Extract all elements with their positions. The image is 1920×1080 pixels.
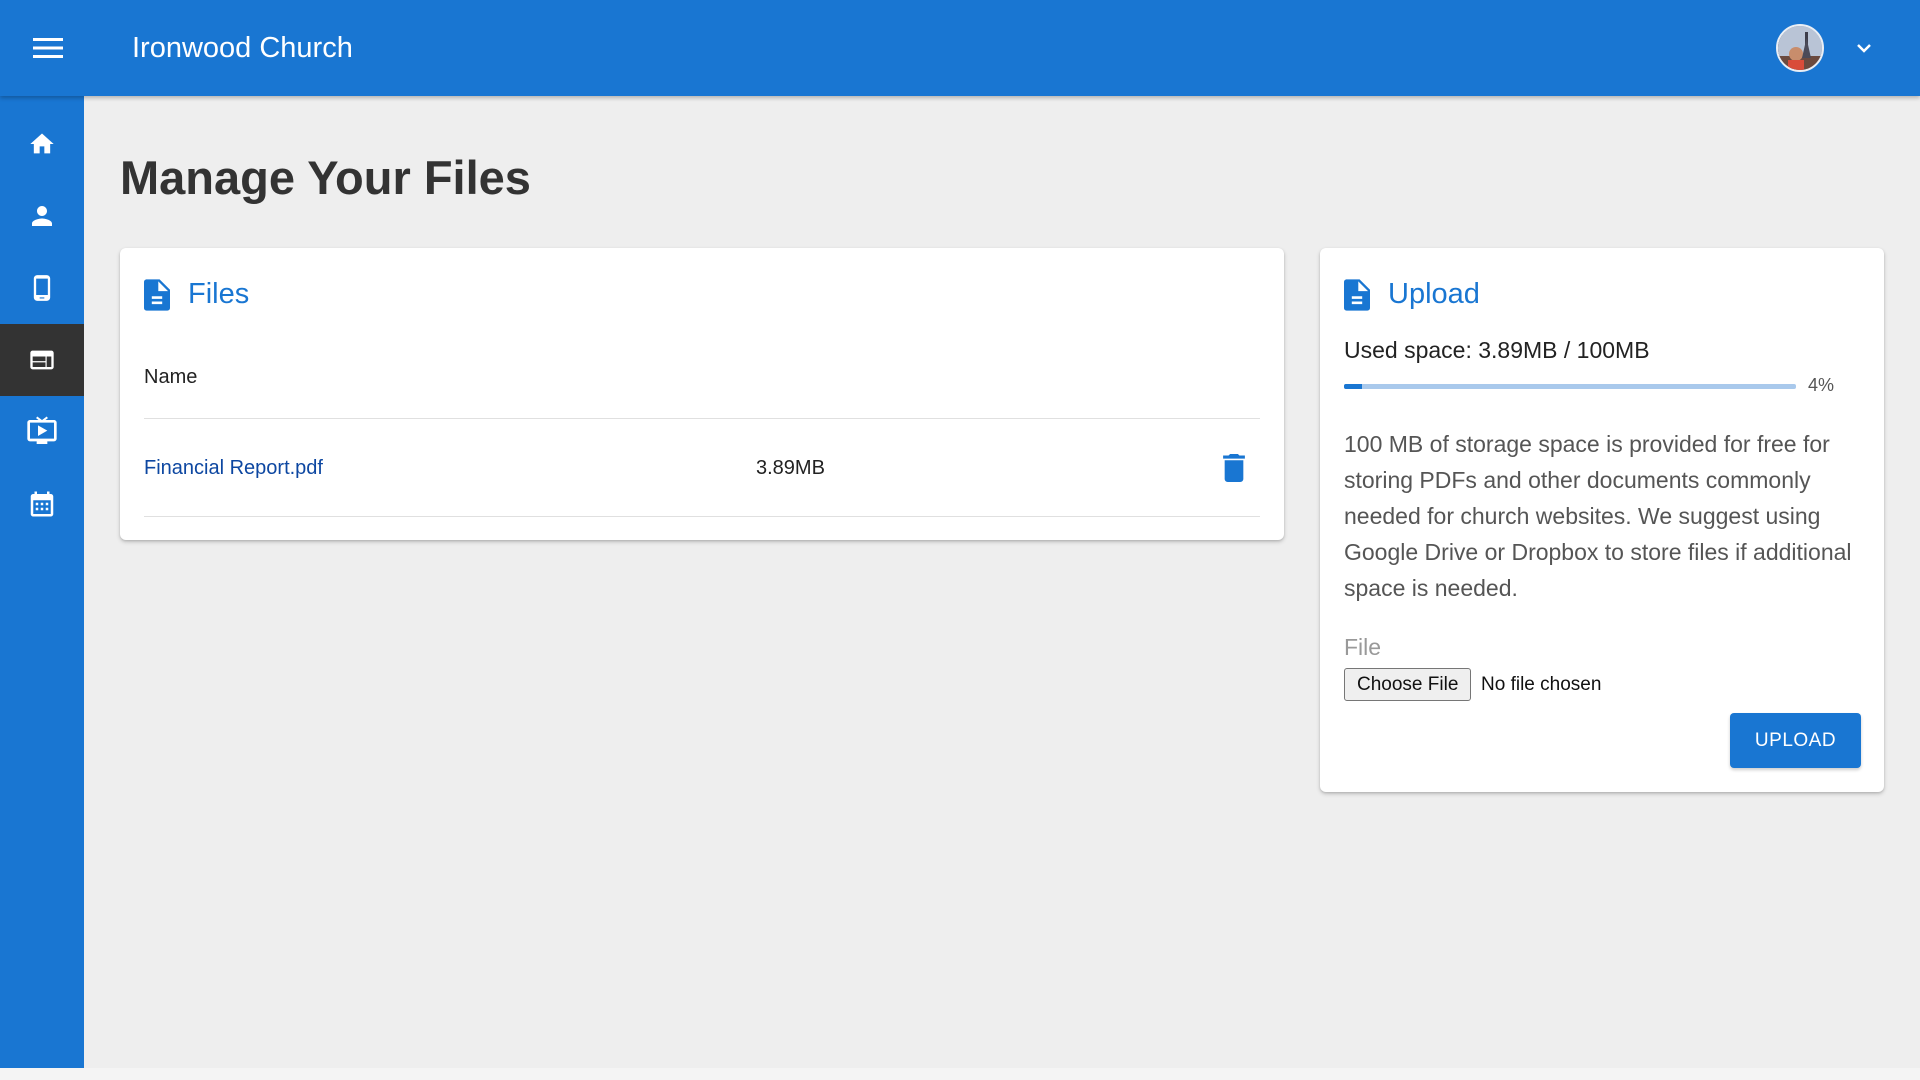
storage-progress-bar (1344, 384, 1796, 389)
storage-progress-fill (1344, 384, 1363, 389)
no-file-chosen-text: No file chosen (1481, 674, 1602, 695)
bottom-strip (0, 1068, 1920, 1080)
avatar-image (1778, 26, 1822, 70)
files-card: Files Name Financial Report.pdf 3.89MB (120, 248, 1284, 540)
files-card-title: Files (188, 278, 250, 310)
sidebar-item-website[interactable] (0, 324, 84, 396)
sidebar-item-people[interactable] (0, 180, 84, 252)
account-menu-button[interactable] (1846, 30, 1882, 66)
upload-card: Upload Used space: 3.89MB / 100MB 4% 100… (1320, 248, 1884, 792)
page-title: Manage Your Files (120, 151, 531, 204)
upload-button[interactable]: UPLOAD (1730, 713, 1861, 768)
home-icon (30, 133, 54, 154)
used-space-text: Used space: 3.89MB / 100MB (1344, 337, 1650, 363)
trash-icon (1223, 454, 1245, 482)
phone-icon (33, 275, 51, 301)
table-divider (144, 418, 1260, 419)
files-card-header: Files (144, 278, 249, 311)
file-field-label: File (1344, 634, 1382, 660)
upload-card-title: Upload (1388, 278, 1480, 310)
app-bar: Ironwood Church (0, 0, 1920, 96)
choose-file-button[interactable]: Choose File (1344, 668, 1472, 701)
calendar-icon (30, 491, 54, 517)
sidebar-item-streaming[interactable] (0, 396, 84, 468)
table-divider (144, 516, 1260, 517)
sidebar-item-calendar[interactable] (0, 468, 84, 540)
delete-file-button[interactable] (1216, 450, 1252, 486)
hamburger-menu-button[interactable] (22, 24, 74, 72)
hamburger-menu-icon (33, 38, 63, 58)
upload-card-header: Upload (1344, 278, 1480, 311)
storage-progress-percent: 4% (1808, 375, 1835, 395)
storage-help-text: 100 MB of storage space is provided for … (1344, 431, 1852, 601)
chevron-down-icon (1857, 44, 1871, 53)
file-size: 3.89MB (756, 457, 825, 479)
sidebar-nav (0, 96, 84, 1068)
user-avatar[interactable] (1776, 24, 1824, 72)
sidebar-item-home[interactable] (0, 108, 84, 180)
sidebar-item-mobile[interactable] (0, 252, 84, 324)
document-icon (1344, 278, 1370, 311)
document-icon (144, 278, 170, 311)
tv-play-icon (27, 416, 57, 444)
column-header-name: Name (144, 366, 198, 388)
file-name-link[interactable]: Financial Report.pdf (144, 457, 323, 480)
web-layout-icon (30, 350, 54, 370)
person-icon (32, 206, 52, 226)
app-title: Ironwood Church (132, 32, 353, 64)
